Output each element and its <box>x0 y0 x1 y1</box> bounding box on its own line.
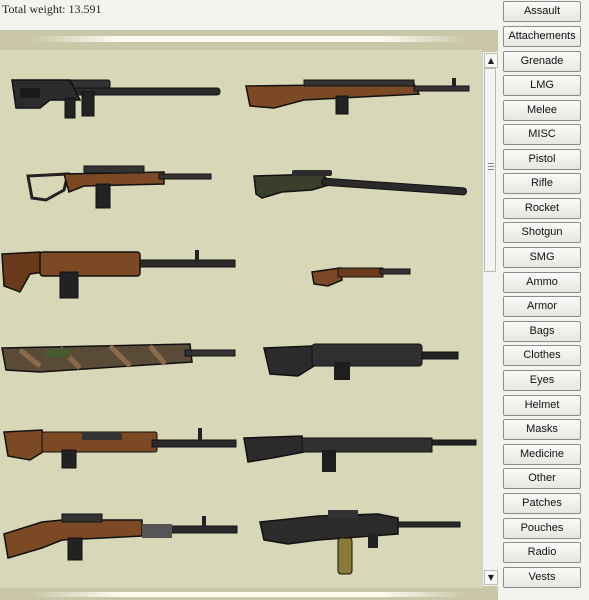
weapon-item-8[interactable] <box>262 336 462 384</box>
weapon-item-5[interactable] <box>0 244 240 304</box>
wood-dmr-rifle-icon <box>1 250 236 299</box>
category-button-medicine[interactable]: Medicine <box>503 444 581 465</box>
category-button-rifle[interactable]: Rifle <box>503 173 581 194</box>
category-button-smg[interactable]: SMG <box>503 247 581 268</box>
weapon-item-1[interactable] <box>10 70 226 126</box>
camo-wrapped-rifle-icon <box>1 343 236 373</box>
weapon-item-2[interactable] <box>244 72 476 118</box>
bullpup-smg-icon <box>259 510 461 575</box>
category-button-eyes[interactable]: Eyes <box>503 370 581 391</box>
total-weight-label: Total weight: 13.591 <box>2 2 102 16</box>
wooden-battle-rifle-icon <box>245 78 470 115</box>
olive-sniper-rifle-icon <box>253 170 467 199</box>
category-button-bags[interactable]: Bags <box>503 321 581 342</box>
weapon-list-scrollbar[interactable]: ▲ ▼ <box>482 52 498 586</box>
sniper-rifle-black-icon <box>11 79 221 119</box>
folding-stock-rifle-icon <box>26 165 212 209</box>
weapon-item-10[interactable] <box>242 428 482 478</box>
category-button-melee[interactable]: Melee <box>503 100 581 121</box>
category-button-misc[interactable]: MISC <box>503 124 581 145</box>
category-button-shotgun[interactable]: Shotgun <box>503 222 581 243</box>
category-button-attachements[interactable]: Attachements <box>503 26 581 47</box>
black-thumbhole-rifle-icon <box>263 343 459 380</box>
category-button-masks[interactable]: Masks <box>503 419 581 440</box>
category-button-clothes[interactable]: Clothes <box>503 345 581 366</box>
scroll-up-button[interactable]: ▲ <box>484 53 498 68</box>
weapon-item-9[interactable] <box>2 426 240 470</box>
category-button-patches[interactable]: Patches <box>503 493 581 514</box>
category-button-helmet[interactable]: Helmet <box>503 395 581 416</box>
weapon-item-6[interactable] <box>310 262 414 290</box>
category-button-grenade[interactable]: Grenade <box>503 51 581 72</box>
scroll-down-button[interactable]: ▼ <box>484 570 498 585</box>
weapon-item-11[interactable] <box>2 512 242 562</box>
category-button-pistol[interactable]: Pistol <box>503 149 581 170</box>
category-button-other[interactable]: Other <box>503 468 581 489</box>
category-button-rocket[interactable]: Rocket <box>503 198 581 219</box>
thumbhole-ak-icon <box>3 428 237 469</box>
category-button-lmg[interactable]: LMG <box>503 75 581 96</box>
sawed-off-rifle-icon <box>311 267 411 287</box>
category-button-pouches[interactable]: Pouches <box>503 518 581 539</box>
weapon-item-7[interactable] <box>0 336 240 384</box>
panel-bottom-band <box>0 588 498 600</box>
panel-top-band <box>0 30 498 48</box>
category-button-armor[interactable]: Armor <box>503 296 581 317</box>
weapon-item-12[interactable] <box>258 504 464 578</box>
black-battle-rifle-icon <box>243 435 477 472</box>
category-button-radio[interactable]: Radio <box>503 542 581 563</box>
weapon-item-4[interactable] <box>252 168 470 204</box>
scroll-thumb[interactable] <box>484 68 496 272</box>
category-button-vests[interactable]: Vests <box>503 567 581 588</box>
weapon-item-3[interactable] <box>24 156 214 212</box>
svd-sniper-rifle-icon <box>3 513 238 561</box>
category-button-ammo[interactable]: Ammo <box>503 272 581 293</box>
category-button-assault[interactable]: Assault <box>503 1 581 22</box>
